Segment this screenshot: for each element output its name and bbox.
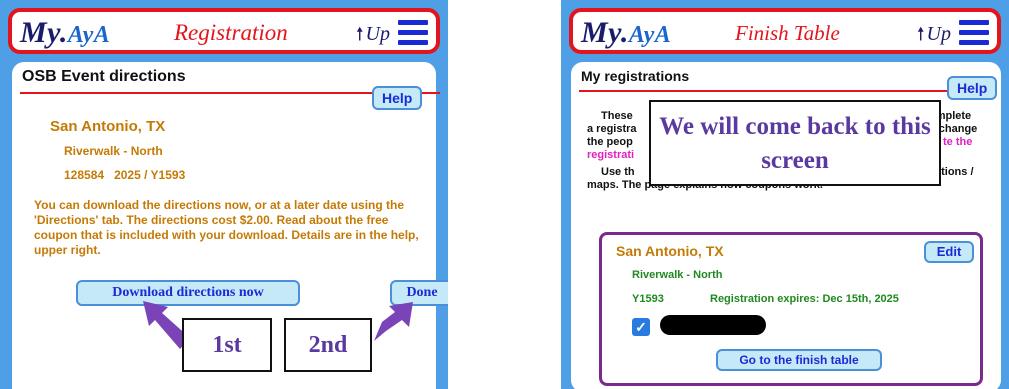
registration-card: San Antonio, TX Edit Riverwalk - North Y… [599, 232, 983, 386]
go-to-finish-table-button[interactable]: Go to the finish table [716, 349, 882, 371]
app-header: My.AyA Finish Table 🠕 Up [569, 8, 1001, 54]
up-link[interactable]: 🠕 Up [917, 22, 951, 52]
logo-ava-text: AyA [628, 22, 672, 48]
finish-table-screen: My.AyA Finish Table 🠕 Up My registrations… [561, 0, 1009, 389]
header-title: Finish Table [735, 21, 840, 45]
help-button[interactable]: Help [947, 76, 998, 100]
callout-come-back: We will come back to this screen [649, 100, 941, 186]
section-title: My registrations [581, 68, 690, 84]
registration-location: Riverwalk - North [632, 269, 723, 281]
up-arrow-icon: 🠕 [916, 24, 925, 44]
intro-text-l4a: registrati [587, 149, 635, 161]
participant-checkbox[interactable]: ✓ [632, 318, 650, 336]
redacted-name [660, 315, 766, 335]
intro-text-l5a: Use th [601, 166, 635, 178]
logo-my-text: My [581, 16, 621, 49]
intro-text-l3b: te the [943, 136, 973, 148]
up-label: Up [926, 23, 951, 45]
hamburger-menu-icon[interactable] [959, 20, 989, 46]
callout-first: 1st [182, 318, 272, 372]
myava-logo[interactable]: My.AyA [581, 16, 671, 50]
callout-second: 2nd [284, 318, 372, 372]
intro-text-l1a: These [601, 110, 633, 122]
registration-expires: Registration expires: Dec 15th, 2025 [710, 293, 899, 305]
arrow-to-done [374, 302, 413, 341]
intro-text-l3a: the peop [587, 136, 633, 148]
edit-button[interactable]: Edit [924, 241, 974, 263]
registration-code: Y1593 [632, 293, 664, 305]
divider [579, 90, 959, 92]
registration-city: San Antonio, TX [616, 243, 724, 259]
intro-text-l2a: a registra [587, 123, 637, 135]
